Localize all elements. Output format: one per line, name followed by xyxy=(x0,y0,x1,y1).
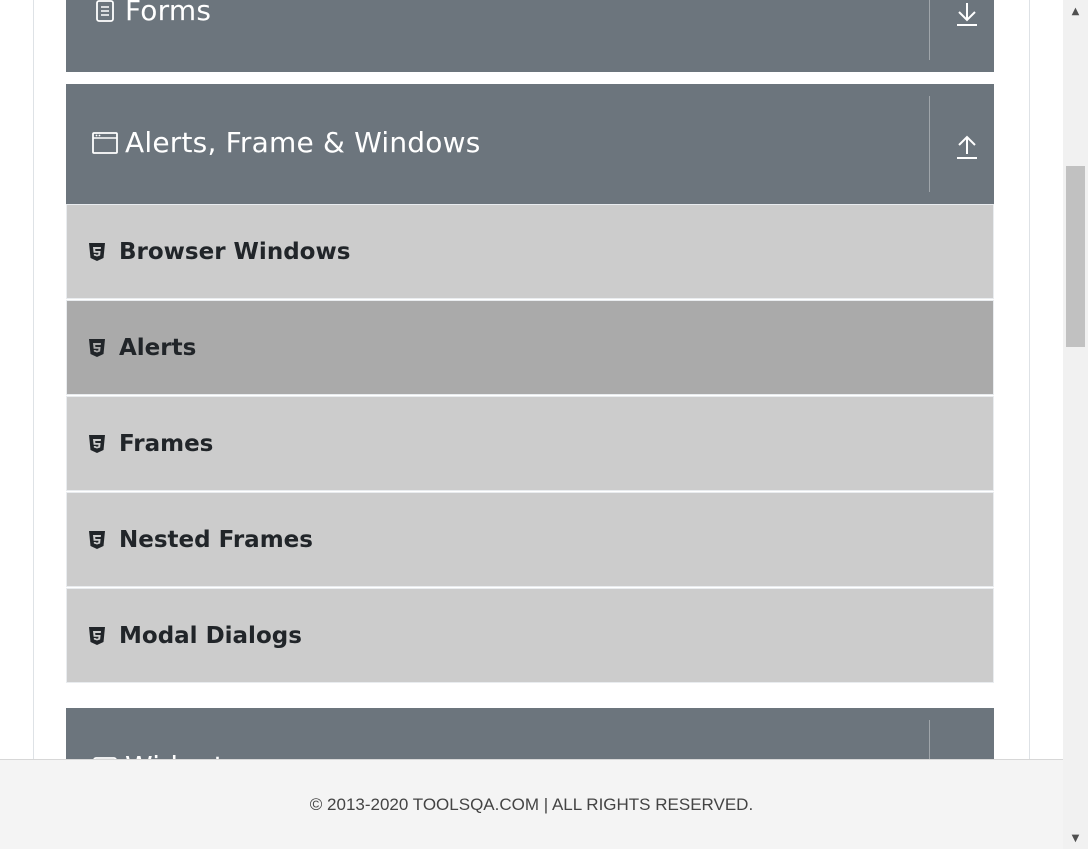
menu-item-frames[interactable]: Frames xyxy=(66,396,994,491)
group-title-alerts: Alerts, Frame & Windows xyxy=(92,126,481,159)
vertical-scrollbar[interactable]: ▲ ▼ xyxy=(1063,0,1088,849)
header-divider xyxy=(929,96,930,192)
group-header-forms[interactable]: Forms xyxy=(66,0,994,72)
menu-item-label: Browser Windows xyxy=(119,238,351,265)
header-divider xyxy=(929,0,930,60)
footer: © 2013-2020 TOOLSQA.COM | ALL RIGHTS RES… xyxy=(0,759,1063,849)
container-border-right xyxy=(1029,0,1030,760)
group-title-forms: Forms xyxy=(92,0,211,27)
download-icon[interactable] xyxy=(953,0,981,28)
scroll-up-icon[interactable]: ▲ xyxy=(1063,0,1088,22)
menu-item-browser-windows[interactable]: Browser Windows xyxy=(66,204,994,299)
menu-item-alerts[interactable]: Alerts xyxy=(66,300,994,395)
menu-item-modal-dialogs[interactable]: Modal Dialogs xyxy=(66,588,994,683)
html5-icon xyxy=(88,626,106,646)
menu-item-label: Frames xyxy=(119,430,214,457)
group-title-alerts-label: Alerts, Frame & Windows xyxy=(125,126,481,159)
html5-icon xyxy=(88,338,106,358)
menu-item-nested-frames[interactable]: Nested Frames xyxy=(66,492,994,587)
html5-icon xyxy=(88,530,106,550)
upload-icon[interactable] xyxy=(953,132,981,160)
container-border-left xyxy=(33,0,34,760)
scroll-down-icon[interactable]: ▼ xyxy=(1063,827,1088,849)
footer-copyright: © 2013-2020 TOOLSQA.COM | ALL RIGHTS RES… xyxy=(309,794,754,814)
element-list: Browser Windows Alerts Frames Nested Fra… xyxy=(66,204,994,684)
group-header-alerts-frame-windows[interactable]: Alerts, Frame & Windows xyxy=(66,84,994,204)
html5-icon xyxy=(88,242,106,262)
menu-item-label: Modal Dialogs xyxy=(119,622,302,649)
window-icon xyxy=(92,130,118,156)
group-title-forms-label: Forms xyxy=(125,0,212,27)
html5-icon xyxy=(88,434,106,454)
scrollbar-thumb[interactable] xyxy=(1066,166,1085,347)
page: Forms Alerts, Frame & Windows Browser Wi… xyxy=(0,0,1063,849)
document-icon xyxy=(92,0,118,24)
menu-item-label: Alerts xyxy=(119,334,197,361)
menu-item-label: Nested Frames xyxy=(119,526,313,553)
